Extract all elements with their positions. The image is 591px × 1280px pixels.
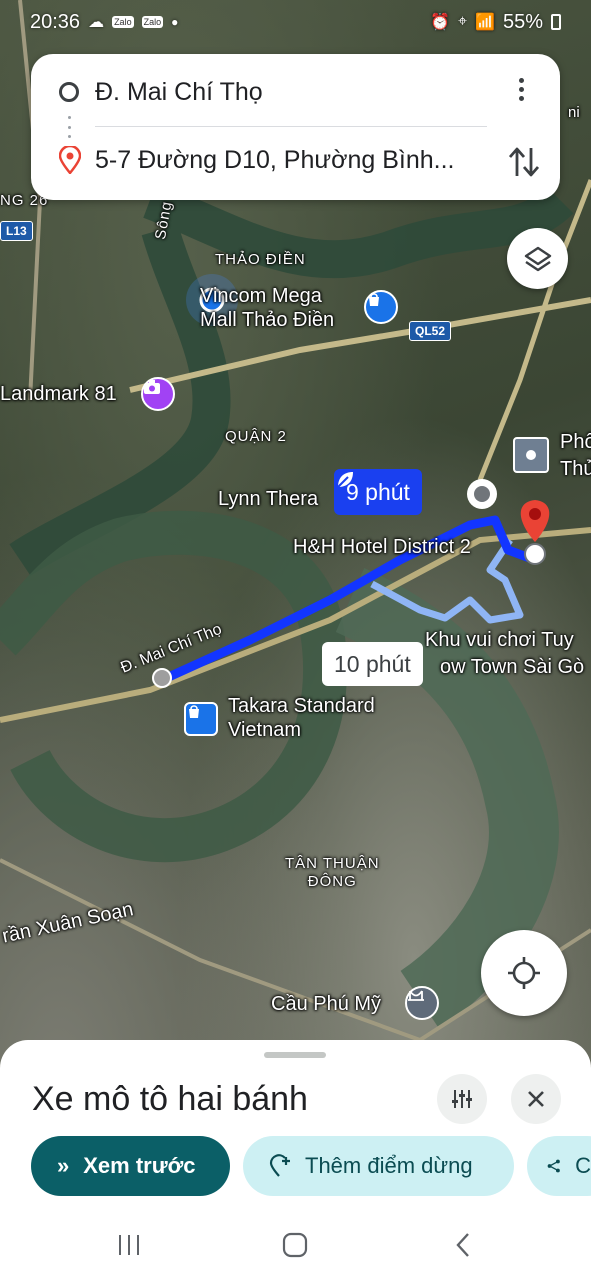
sheet-drag-handle[interactable] (264, 1052, 326, 1058)
recent-apps-button[interactable] (114, 1230, 144, 1260)
eta-alternate-label: 10 phút (334, 650, 411, 677)
layers-button[interactable] (507, 228, 568, 289)
origin-field[interactable]: Đ. Mai Chí Thọ (95, 78, 475, 107)
map-label-lynn[interactable]: Lynn Thera (218, 487, 318, 511)
route-card: Đ. Mai Chí Thọ 5-7 Đường D10, Phường Bìn… (31, 54, 560, 200)
system-navigation-bar (0, 1208, 591, 1280)
dot-icon: ● (171, 15, 179, 29)
close-button[interactable] (511, 1074, 561, 1124)
share-button[interactable]: C (527, 1136, 591, 1196)
eta-callout-primary[interactable]: 9 phút (334, 469, 422, 515)
map-label-pho: Phố (560, 431, 591, 453)
alarm-icon: ⏰ (430, 14, 451, 31)
road-shield-l13: L13 (0, 221, 33, 241)
layers-icon (524, 246, 551, 271)
bridge-icon[interactable] (405, 986, 439, 1020)
travel-mode-title: Xe mô tô hai bánh (32, 1080, 308, 1118)
map-label-snow-town[interactable]: ow Town Sài Gò (440, 655, 584, 679)
place-marker-icon[interactable] (513, 437, 549, 473)
map-label-ni: ni (568, 104, 580, 121)
more-options-icon[interactable] (506, 74, 536, 104)
map-label-landmark-81[interactable]: Landmark 81 (0, 382, 117, 406)
add-stop-label: Thêm điểm dừng (305, 1153, 473, 1178)
crosshair-icon (508, 957, 540, 989)
share-label: C (575, 1153, 591, 1178)
zalo-notification-icon: Zalo (112, 16, 134, 28)
wifi-icon: 📶 (475, 14, 495, 31)
status-time: 20:36 (30, 10, 81, 33)
destination-field[interactable]: 5-7 Đường D10, Phường Bình... (95, 146, 475, 175)
map-label-thao-dien: THẢO ĐIỀN (215, 251, 306, 268)
camera-icon[interactable] (141, 377, 175, 411)
add-location-icon (269, 1154, 290, 1177)
map-label-khu-vui-choi[interactable]: Khu vui chơi Tuy (425, 628, 574, 652)
map-label-hh-hotel[interactable]: H&H Hotel District 2 (293, 535, 471, 559)
zalo-notification-icon: Zalo (141, 16, 164, 28)
share-icon (547, 1159, 560, 1173)
eta-callout-alternate[interactable]: 10 phút (322, 642, 423, 686)
map-label-thu: Thủ (560, 458, 591, 480)
leaf-icon (337, 472, 353, 488)
battery-icon (551, 14, 561, 30)
map-label-cau-phu-my[interactable]: Cầu Phú Mỹ (271, 992, 381, 1016)
cloud-icon: ☁ (88, 14, 105, 31)
sliders-icon (452, 1090, 472, 1108)
shopping-bag-icon[interactable] (184, 702, 218, 736)
route-divider (95, 126, 487, 127)
my-location-button[interactable] (481, 930, 567, 1016)
status-bar: 20:36 ☁ Zalo Zalo ● ⏰ ⌖ 📶 55% (0, 0, 591, 44)
preview-label: Xem trước (83, 1153, 196, 1178)
map-label-tan-thuan: TÂN THUẬN ĐÔNG (285, 855, 380, 890)
home-icon (282, 1232, 308, 1258)
double-chevron-icon: » (57, 1153, 70, 1178)
route-options-button[interactable] (437, 1074, 487, 1124)
back-icon (456, 1233, 469, 1257)
shopping-bag-icon[interactable] (364, 290, 398, 324)
add-stop-button[interactable]: Thêm điểm dừng (243, 1136, 514, 1196)
origin-row[interactable]: Đ. Mai Chí Thọ (31, 62, 560, 122)
destination-row[interactable]: 5-7 Đường D10, Phường Bình... (31, 130, 560, 190)
back-button[interactable] (448, 1230, 478, 1260)
close-icon (528, 1091, 544, 1107)
destination-pin-icon (59, 146, 81, 174)
map-label-takara[interactable]: Takara Standard Vietnam (228, 694, 375, 742)
map-label-vincom[interactable]: Vincom Mega Mall Thảo Điền (200, 284, 334, 332)
preview-button[interactable]: » Xem trước (31, 1136, 230, 1196)
swap-directions-icon[interactable] (506, 142, 542, 182)
location-icon: ⌖ (458, 13, 468, 30)
recent-apps-icon (119, 1235, 139, 1255)
battery-level: 55% (502, 10, 543, 33)
origin-circle-icon (59, 82, 79, 102)
home-button[interactable] (280, 1230, 310, 1260)
road-shield-ql52: QL52 (409, 321, 452, 341)
map-label-quan-2: QUẬN 2 (225, 428, 287, 445)
